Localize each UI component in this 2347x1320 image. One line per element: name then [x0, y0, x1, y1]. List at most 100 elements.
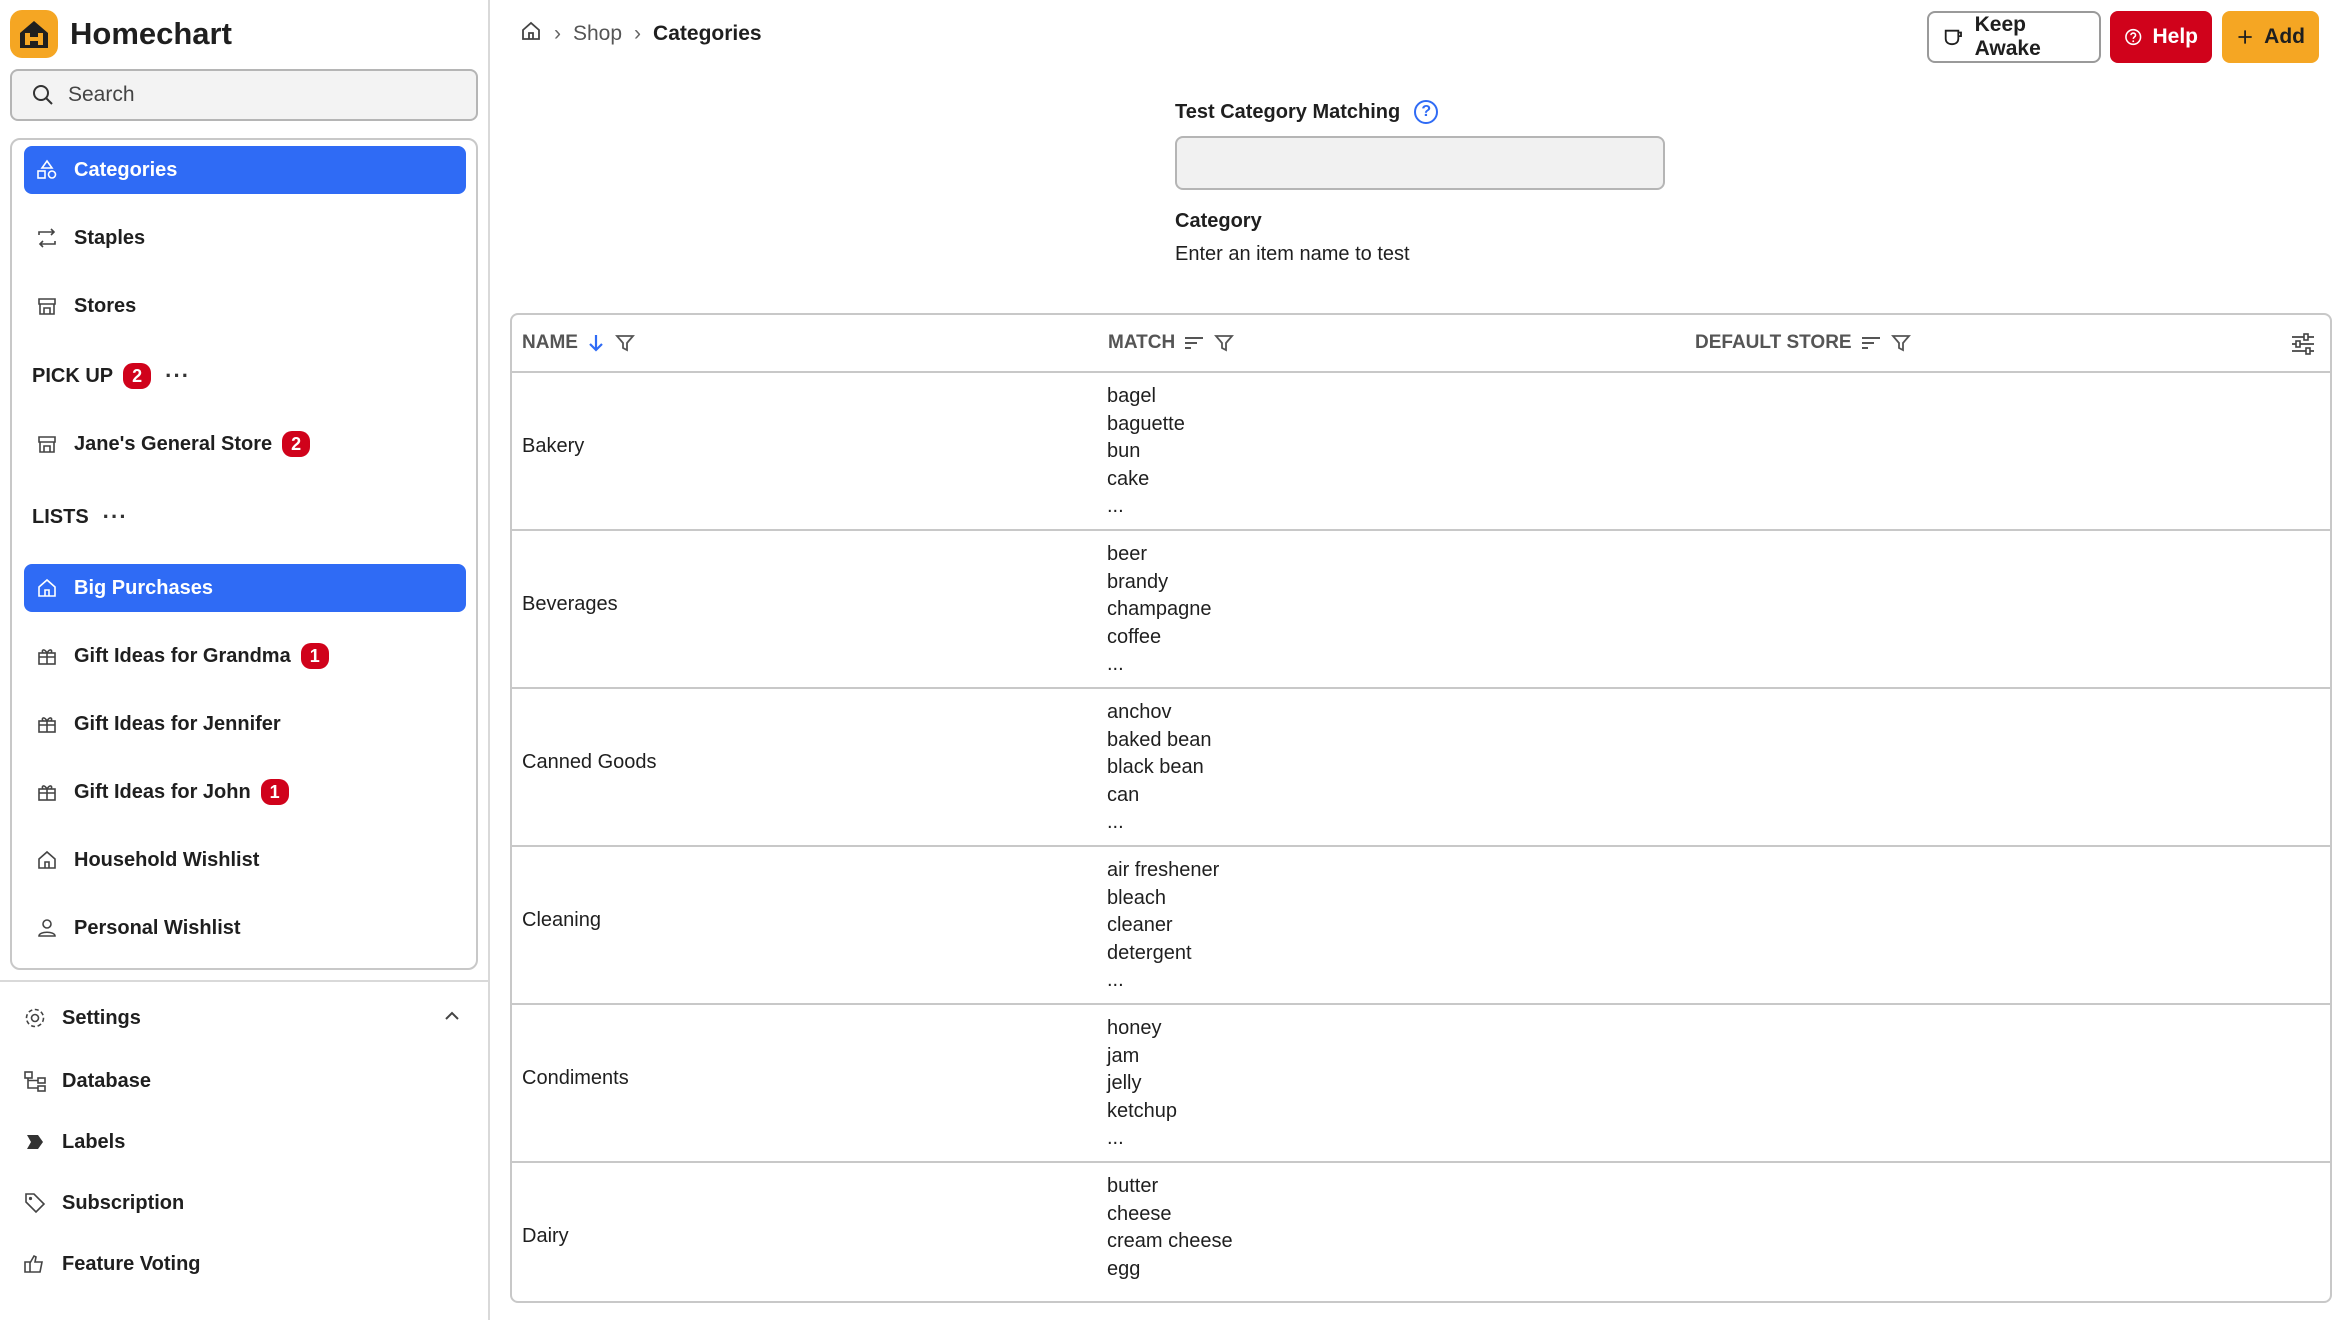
- sort-icon[interactable]: [1183, 332, 1205, 354]
- column-header-default-store[interactable]: DEFAULT STORE: [1695, 332, 1912, 354]
- more-menu-button[interactable]: ···: [165, 363, 190, 389]
- sidebar-item-subscription[interactable]: Subscription: [22, 1181, 462, 1225]
- keep-awake-button[interactable]: Keep Awake: [1927, 11, 2101, 63]
- divider: [0, 980, 488, 982]
- more-menu-button[interactable]: ···: [103, 504, 128, 530]
- sidebar-item-big-purchases[interactable]: Big Purchases: [24, 564, 466, 612]
- match-term: black bean: [1107, 756, 1204, 779]
- column-header-match[interactable]: MATCH: [1108, 332, 1235, 354]
- sidebar: Homechart Categories Staples Stores PICK…: [0, 0, 490, 1320]
- sidebar-item-categories[interactable]: Categories: [24, 146, 466, 194]
- sidebar-item-label: Gift Ideas for Grandma: [74, 644, 291, 667]
- search-input[interactable]: [68, 83, 448, 107]
- breadcrumb-shop[interactable]: Shop: [573, 22, 622, 46]
- sidebar-item-label: Big Purchases: [74, 576, 213, 599]
- keep-awake-label: Keep Awake: [1974, 13, 2041, 60]
- match-term: baked bean: [1107, 728, 1212, 751]
- match-term: detergent: [1107, 941, 1192, 964]
- sidebar-item-gift-ideas-jennifer[interactable]: Gift Ideas for Jennifer: [24, 700, 466, 748]
- sort-icon[interactable]: [1860, 332, 1882, 354]
- column-label: MATCH: [1108, 332, 1176, 353]
- sidebar-item-household-wishlist[interactable]: Household Wishlist: [24, 836, 466, 884]
- homechart-logo-icon: [10, 10, 58, 58]
- question-icon[interactable]: ?: [1414, 100, 1439, 124]
- section-label: LISTS: [32, 505, 89, 528]
- section-label: PICK UP: [32, 364, 114, 387]
- sidebar-item-label: Labels: [62, 1130, 126, 1153]
- table-row[interactable]: Beverages beer brandy champagne coffee .…: [512, 531, 2330, 689]
- category-label: Category: [1175, 210, 1262, 232]
- match-term: baguette: [1107, 412, 1185, 435]
- gear-icon: [22, 1005, 48, 1031]
- add-button[interactable]: Add: [2222, 11, 2319, 63]
- table-row[interactable]: Bakery bagel baguette bun cake ...: [512, 373, 2330, 531]
- chevron-right-icon: ›: [554, 22, 561, 45]
- sidebar-item-staples[interactable]: Staples: [24, 214, 466, 262]
- sidebar-item-label: Gift Ideas for Jennifer: [74, 712, 281, 735]
- match-term: anchov: [1107, 701, 1172, 723]
- brand[interactable]: Homechart: [10, 8, 232, 60]
- filter-icon[interactable]: [614, 332, 636, 354]
- sort-descending-icon[interactable]: [586, 332, 606, 354]
- sidebar-item-label: Stores: [74, 294, 137, 317]
- breadcrumb-current: Categories: [653, 22, 762, 45]
- table-header: NAME MATCH DEFAULT STORE: [512, 315, 2330, 373]
- sidebar-item-label: Jane's General Store: [74, 432, 273, 455]
- sidebar-item-settings[interactable]: Settings: [22, 996, 462, 1040]
- help-circle-icon: [2125, 28, 2142, 46]
- home-icon[interactable]: [520, 20, 542, 48]
- test-category-label-row: Test Category Matching ?: [1175, 100, 1665, 124]
- sidebar-item-database[interactable]: Database: [22, 1059, 462, 1103]
- table-row[interactable]: Cleaning air freshener bleach cleaner de…: [512, 847, 2330, 1005]
- test-category-panel: Test Category Matching ? Category Enter …: [1175, 100, 1665, 266]
- row-match: butter cheese cream cheese egg: [1107, 1173, 1233, 1283]
- house-icon: [34, 575, 60, 601]
- help-button[interactable]: Help: [2110, 11, 2212, 63]
- sidebar-item-labels[interactable]: Labels: [22, 1120, 462, 1164]
- column-label: DEFAULT STORE: [1695, 332, 1852, 353]
- match-term: can: [1107, 783, 1140, 806]
- gift-icon: [34, 711, 60, 737]
- sidebar-item-gift-ideas-grandma[interactable]: Gift Ideas for Grandma 1: [24, 632, 466, 680]
- help-label: Help: [2152, 25, 2198, 48]
- table-row[interactable]: Dairy butter cheese cream cheese egg: [512, 1163, 2330, 1301]
- sidebar-item-label: Feature Voting: [62, 1252, 201, 1275]
- sidebar-item-stores[interactable]: Stores: [24, 282, 466, 330]
- test-category-input[interactable]: [1175, 136, 1665, 190]
- table-row[interactable]: Canned Goods anchov baked bean black bea…: [512, 689, 2330, 847]
- row-name: Condiments: [522, 1067, 629, 1089]
- tags-icon: [22, 1190, 48, 1216]
- sidebar-item-label: Database: [62, 1069, 151, 1092]
- store-icon: [34, 293, 60, 319]
- sidebar-item-feature-voting[interactable]: Feature Voting: [22, 1242, 462, 1286]
- match-term: ...: [1107, 1127, 1124, 1150]
- shapes-icon: [34, 157, 60, 183]
- sidebar-item-janes-general-store[interactable]: Jane's General Store 2: [24, 420, 466, 468]
- chevron-up-icon[interactable]: [442, 1006, 462, 1032]
- breadcrumb: › Shop › Categories: [520, 20, 762, 48]
- test-category-label: Test Category Matching: [1175, 100, 1401, 123]
- sidebar-item-label: Categories: [74, 158, 178, 181]
- sidebar-item-label: Gift Ideas for John: [74, 780, 251, 803]
- sidebar-item-gift-ideas-john[interactable]: Gift Ideas for John 1: [24, 768, 466, 816]
- sidebar-item-personal-wishlist[interactable]: Personal Wishlist: [24, 904, 466, 952]
- nav-list: Categories Staples Stores PICK UP 2 ··· …: [10, 138, 478, 970]
- repeat-icon: [34, 225, 60, 251]
- plus-icon: [2238, 30, 2252, 44]
- match-term: egg: [1107, 1257, 1141, 1280]
- match-term: bun: [1107, 440, 1141, 463]
- column-header-name[interactable]: NAME: [522, 332, 636, 354]
- search-box[interactable]: [10, 69, 478, 121]
- match-term: cleaner: [1107, 914, 1173, 937]
- categories-table: NAME MATCH DEFAULT STORE Bakery bagel ba…: [510, 313, 2332, 1303]
- filter-icon[interactable]: [1890, 332, 1912, 354]
- app-name: Homechart: [70, 16, 232, 51]
- row-name: Canned Goods: [522, 751, 657, 773]
- sidebar-item-label: Personal Wishlist: [74, 916, 241, 939]
- hierarchy-icon: [22, 1068, 48, 1094]
- match-term: ketchup: [1107, 1099, 1178, 1122]
- column-settings-icon[interactable]: [2290, 332, 2316, 361]
- filter-icon[interactable]: [1213, 332, 1235, 354]
- row-match: bagel baguette bun cake ...: [1107, 383, 1185, 521]
- table-row[interactable]: Condiments honey jam jelly ketchup ...: [512, 1005, 2330, 1163]
